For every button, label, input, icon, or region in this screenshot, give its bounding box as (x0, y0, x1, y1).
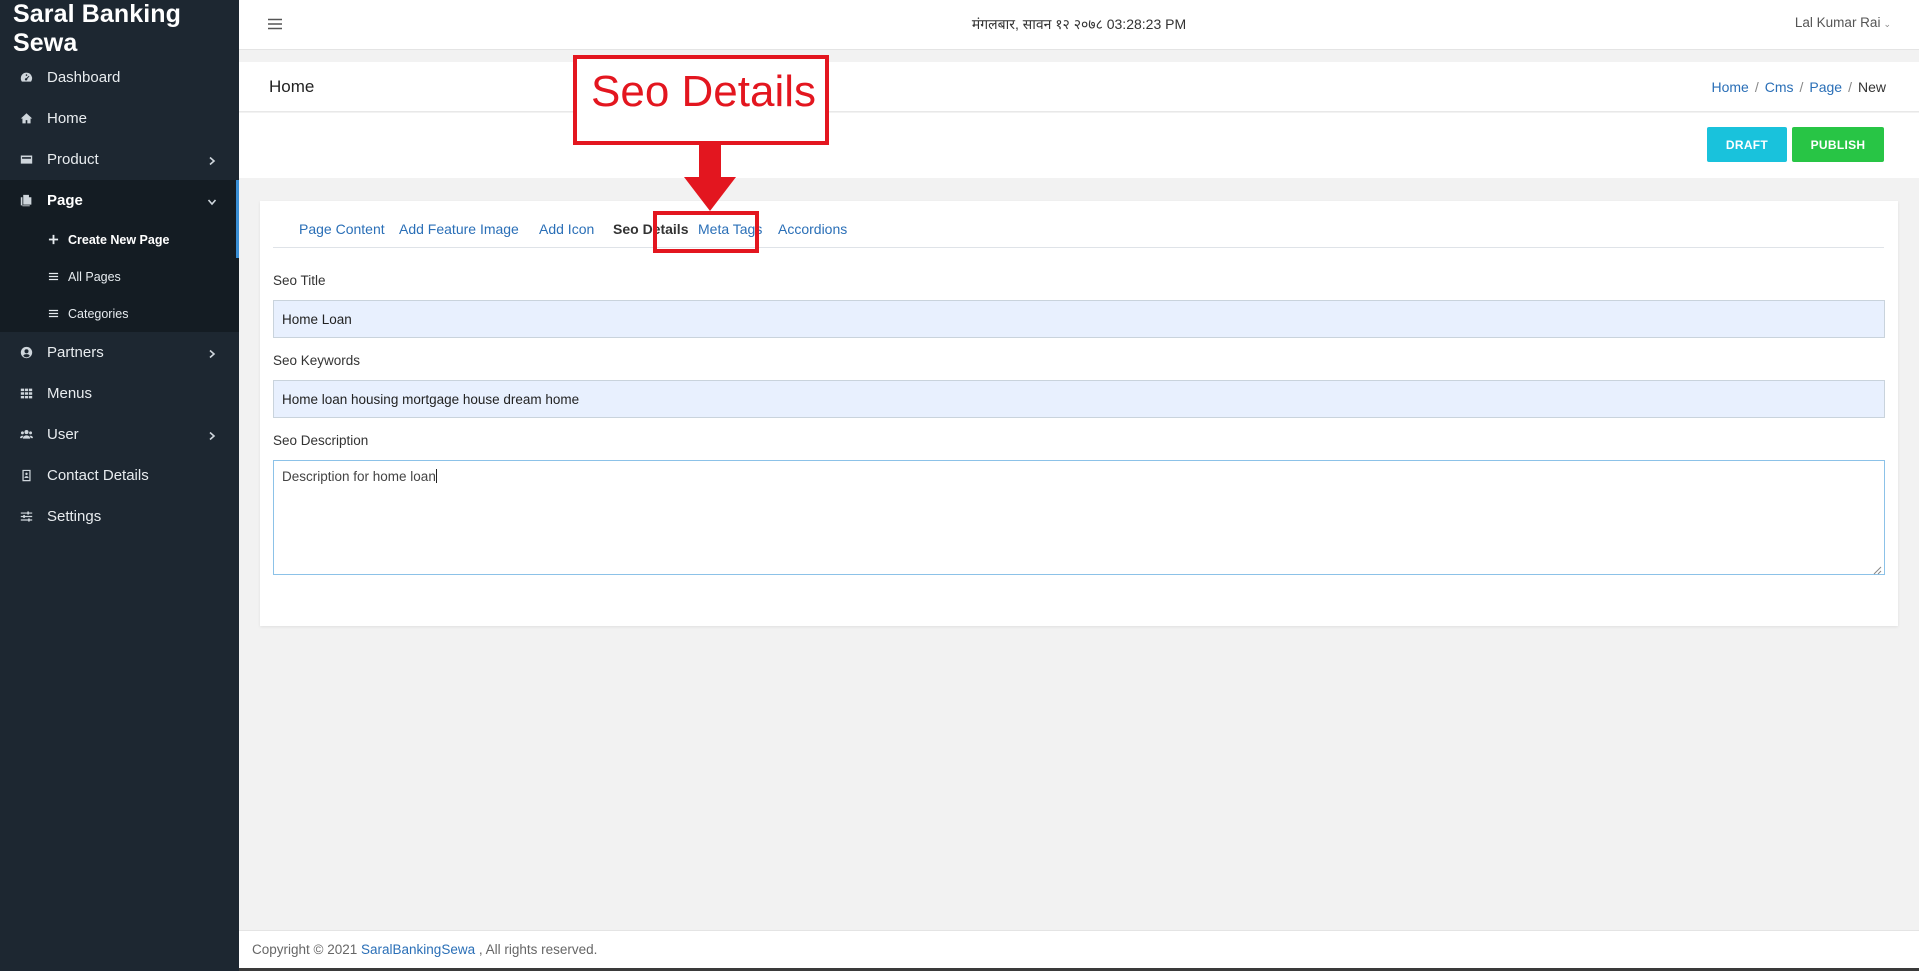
partners-icon (19, 346, 33, 360)
annotation-highlight-box (653, 211, 759, 253)
dashboard-icon (19, 71, 33, 85)
copyright-suffix: , All rights reserved. (475, 942, 598, 957)
action-bar: DRAFT PUBLISH (239, 113, 1919, 178)
breadcrumb-separator: / (1799, 79, 1804, 95)
current-datetime: मंगलबार, सावन १२ २०७८ 03:28:23 PM (971, 16, 1187, 32)
seo-keywords-label: Seo Keywords (273, 353, 361, 368)
sidebar-item-menus[interactable]: Menus (0, 373, 239, 414)
sidebar-item-product[interactable]: Product (0, 139, 239, 180)
sidebar-subitem-categories[interactable]: Categories (0, 295, 239, 332)
seo-keywords-value: Home loan housing mortgage house dream h… (282, 391, 580, 407)
footer-brand-link[interactable]: SaralBankingSewa (361, 942, 475, 957)
breadcrumb-current: New (1857, 79, 1886, 95)
tab-bar: Page Content Add Feature Image Add Icon … (273, 215, 1884, 248)
brand-logo[interactable]: Saral Banking Sewa (0, 0, 239, 57)
sidebar-subitem-label: Create New Page (68, 232, 170, 247)
sidebar-item-user[interactable]: User (0, 414, 239, 455)
sidebar-item-partners[interactable]: Partners (0, 332, 239, 373)
sidebar-item-contact-details[interactable]: Contact Details (0, 455, 239, 496)
sidebar-item-label: User (47, 426, 79, 443)
resize-grip-icon[interactable] (1873, 563, 1882, 575)
sidebar-subitem-create-new-page[interactable]: Create New Page (0, 221, 239, 258)
settings-icon (19, 510, 33, 524)
sidebar-item-dashboard[interactable]: Dashboard (0, 57, 239, 98)
tab-accordions[interactable]: Accordions (778, 221, 847, 237)
sidebar-item-label: Settings (47, 508, 102, 525)
seo-title-input[interactable]: Home Loan (273, 300, 1885, 338)
tab-page-content[interactable]: Page Content (299, 221, 385, 237)
menus-icon (19, 387, 33, 401)
copyright-text: Copyright © 2021 SaralBankingSewa , All … (252, 942, 597, 957)
sidebar-item-label: Home (47, 110, 88, 127)
sidebar-item-settings[interactable]: Settings (0, 496, 239, 537)
page-icon (19, 194, 33, 208)
breadcrumb: Home / Cms / Page / New (1711, 79, 1886, 95)
page-title: Home (269, 77, 315, 96)
seo-title-label: Seo Title (273, 273, 326, 288)
plus-icon (48, 234, 60, 246)
seo-description-textarea[interactable]: Description for home loan (273, 460, 1885, 575)
list-icon (48, 271, 60, 283)
draft-button[interactable]: DRAFT (1707, 127, 1787, 162)
tab-add-icon[interactable]: Add Icon (539, 221, 594, 237)
sidebar-item-label: Menus (47, 385, 93, 402)
sidebar-item-label: Product (47, 151, 99, 168)
user-menu[interactable]: Lal Kumar Rai ⌄ (1795, 15, 1891, 30)
seo-description-value: Description for home loan (282, 469, 436, 484)
copyright-prefix: Copyright © 2021 (252, 942, 362, 957)
contact-icon (19, 469, 33, 483)
user-name: Lal Kumar Rai (1794, 15, 1881, 30)
seo-description-label: Seo Description (273, 433, 369, 448)
publish-button[interactable]: PUBLISH (1792, 127, 1884, 162)
breadcrumb-separator: / (1848, 79, 1852, 95)
sidebar: Saral Banking Sewa Dashboard Home Produc… (0, 0, 239, 971)
sidebar-item-page[interactable]: Page (0, 180, 239, 221)
sidebar-item-label: Contact Details (47, 467, 149, 484)
page-submenu: Create New Page All Pages Categories (0, 221, 239, 332)
sidebar-subitem-label: Categories (68, 306, 129, 321)
sidebar-item-home[interactable]: Home (0, 98, 239, 139)
sidebar-item-label: Partners (47, 344, 104, 361)
sidebar-item-label: Page (47, 192, 83, 209)
caret-down-icon: ⌄ (1883, 19, 1891, 29)
annotation-label: Seo Details (591, 67, 817, 116)
sidebar-subitem-all-pages[interactable]: All Pages (0, 258, 239, 295)
chevron-right-icon (207, 346, 217, 359)
text-cursor (435, 469, 437, 483)
list-icon (48, 308, 60, 320)
chevron-right-icon (207, 153, 217, 166)
topbar: मंगलबार, सावन १२ २०७८ 03:28:23 PM Lal Ku… (239, 0, 1919, 50)
chevron-down-icon (207, 194, 217, 206)
seo-title-value: Home Loan (282, 311, 352, 327)
annotation-callout: Seo Details (573, 55, 829, 145)
tab-add-feature-image[interactable]: Add Feature Image (399, 221, 519, 237)
annotation-arrow-icon (684, 145, 736, 211)
breadcrumb-separator: / (1754, 79, 1759, 95)
home-icon (19, 112, 33, 126)
breadcrumb-home[interactable]: Home (1711, 79, 1748, 95)
footer: Copyright © 2021 SaralBankingSewa , All … (239, 930, 1919, 971)
chevron-right-icon (207, 428, 217, 441)
sidebar-item-label: Dashboard (47, 69, 121, 86)
content-card: Page Content Add Feature Image Add Icon … (260, 201, 1898, 626)
product-icon (19, 153, 33, 167)
page-header: Home Home / Cms / Page / New (239, 62, 1919, 112)
breadcrumb-cms[interactable]: Cms (1765, 79, 1794, 95)
seo-keywords-input[interactable]: Home loan housing mortgage house dream h… (273, 380, 1885, 418)
breadcrumb-page[interactable]: Page (1809, 79, 1842, 95)
sidebar-subitem-label: All Pages (68, 269, 121, 284)
user-icon (19, 428, 33, 442)
